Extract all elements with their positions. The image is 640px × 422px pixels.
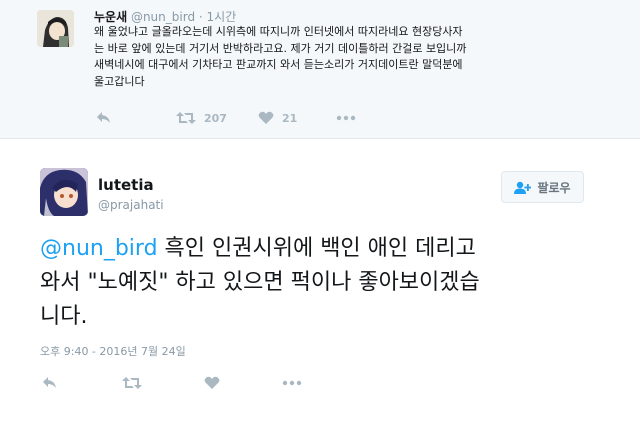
retweet-count: 207 (204, 111, 227, 125)
retweet-button[interactable]: 207 (176, 109, 227, 127)
heart-icon (258, 111, 274, 124)
reply-icon (43, 377, 56, 388)
parent-tweet: 누운새 @nun_bird · 1시간 왜 울었냐고 글올라오는데 시위측에 따… (0, 0, 640, 139)
author-avatar[interactable] (40, 168, 88, 216)
author-name[interactable]: lutetia (98, 176, 154, 194)
heart-icon (204, 376, 220, 389)
like-button[interactable]: 21 (258, 109, 297, 127)
more-button[interactable] (336, 109, 356, 127)
separator-dot: · (198, 10, 203, 24)
like-count: 21 (282, 111, 298, 125)
author-handle[interactable]: @prajahati (98, 198, 164, 212)
parent-author-name[interactable]: 누운새 (94, 10, 127, 24)
retweet-icon (122, 377, 142, 389)
reply-button[interactable] (42, 374, 58, 392)
tweet-text-line: 와서 "노예짓" 하고 있으면 퍽이나 좋아보이겠습 (40, 270, 480, 295)
more-icon (282, 380, 302, 386)
tweet-action-bar (40, 374, 340, 392)
parent-timestamp[interactable]: 1시간 (207, 10, 237, 24)
parent-text-line: 울고갑니다 (94, 74, 145, 88)
parent-avatar[interactable] (37, 10, 74, 47)
parent-action-bar: 207 21 (94, 109, 394, 127)
tweet-text-line: 니다. (40, 304, 88, 329)
parent-header: 누운새 @nun_bird · 1시간 (94, 8, 236, 25)
reply-icon (97, 112, 110, 123)
add-user-icon (514, 181, 532, 194)
parent-text-line: 새벽네시에 대구에서 기차타고 판교까지 와서 듣는소리가 거지데이트란 말덕분… (94, 58, 463, 71)
tweet-text: @nun_bird 흑인 인권시위에 백인 애인 데리고 와서 "노예짓" 하고… (40, 232, 610, 334)
tweet-text-line: @nun_bird 흑인 인권시위에 백인 애인 데리고 (40, 232, 610, 266)
parent-text-line: 왜 울었냐고 글올라오는데 시위측에 따지니까 인터넷에서 따지라네요 현장당사… (94, 25, 463, 38)
follow-label: 팔로우 (537, 180, 571, 195)
more-button[interactable] (282, 374, 302, 392)
more-icon (336, 115, 356, 121)
tweet-text-fragment: 흑인 인권시위에 백인 애인 데리고 (157, 236, 476, 261)
mention-link[interactable]: @nun_bird (40, 236, 158, 261)
retweet-button[interactable] (122, 374, 142, 392)
parent-author-handle[interactable]: @nun_bird (131, 10, 195, 24)
reply-button[interactable] (96, 109, 112, 127)
tweet-timestamp[interactable]: 오후 9:40 - 2016년 7월 24일 (40, 343, 186, 359)
parent-text-line: 는 바로 앞에 있는데 거기서 반박하라고요. 제가 거기 데이틀하러 간걸로 … (94, 41, 467, 55)
follow-button[interactable]: 팔로우 (501, 171, 584, 203)
parent-tweet-text: 왜 울었냐고 글올라오는데 시위측에 따지니까 인터넷에서 따지라네요 현장당사… (94, 24, 614, 90)
like-button[interactable] (204, 374, 220, 392)
retweet-icon (176, 112, 196, 124)
